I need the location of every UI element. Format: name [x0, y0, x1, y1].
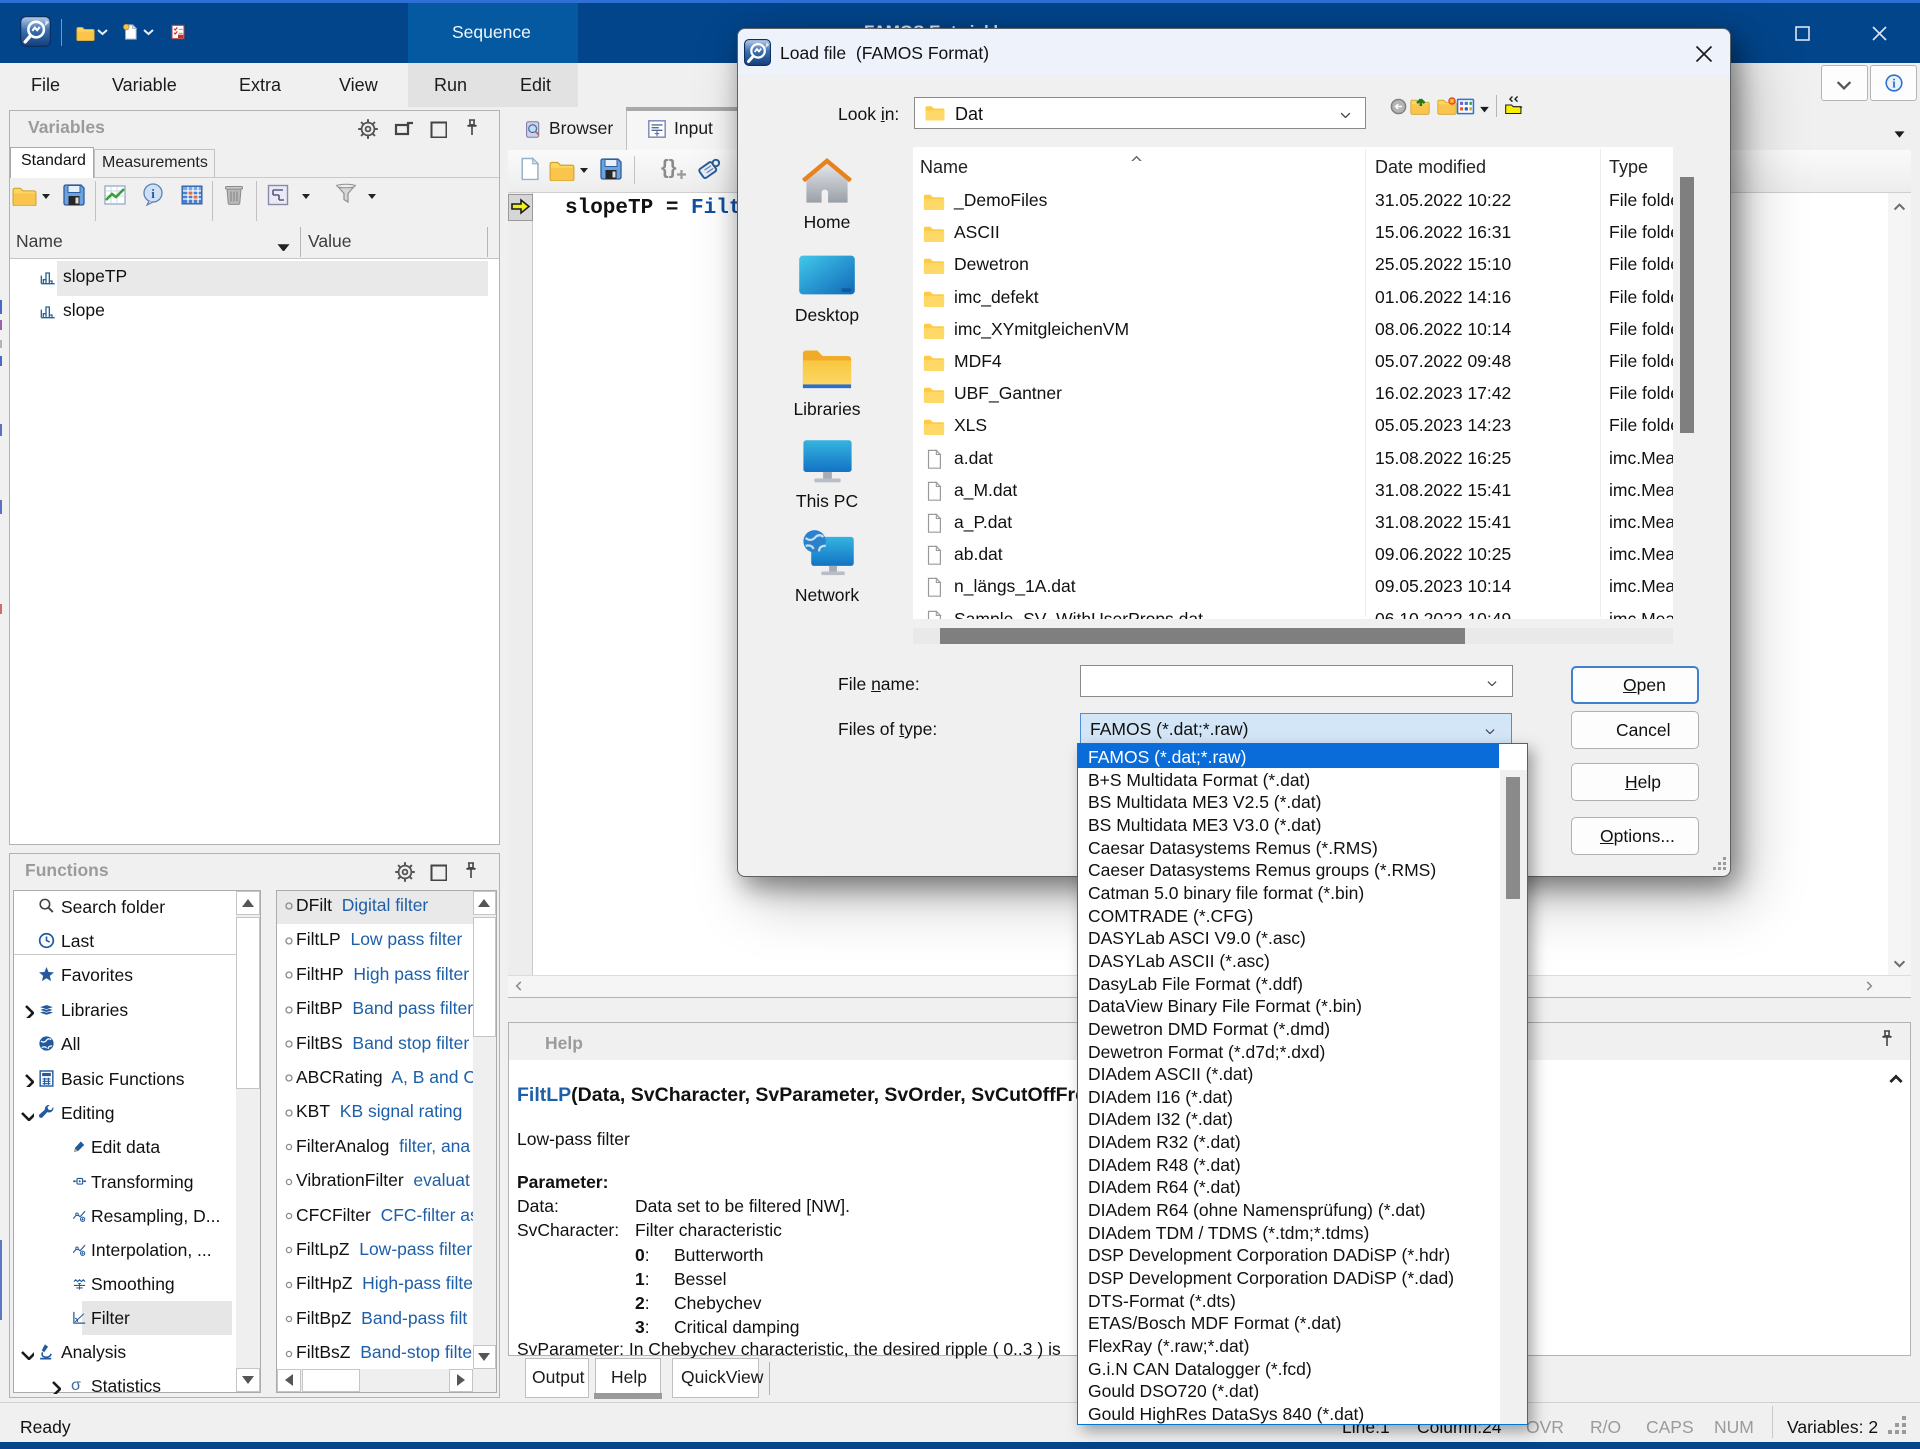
svg-text:i: i	[1892, 77, 1896, 91]
svg-text:i: i	[151, 186, 155, 201]
